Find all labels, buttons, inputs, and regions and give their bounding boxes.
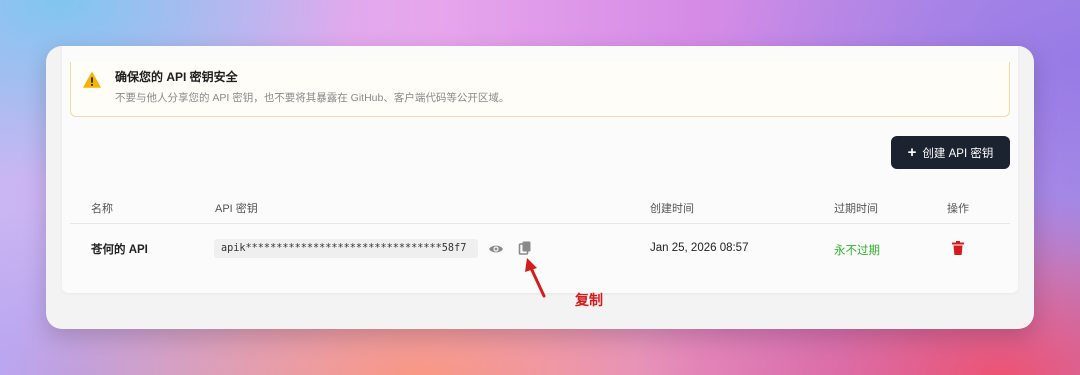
plus-icon: +: [907, 144, 917, 161]
table-header-divider: [70, 223, 1010, 224]
copy-icon[interactable]: [517, 240, 533, 256]
copy-annotation: 复制: [575, 292, 603, 308]
create-api-key-button[interactable]: + 创建 API 密钥: [891, 136, 1010, 169]
created-date: Jan 25, 2026 08:57: [650, 242, 749, 254]
api-key-value: apik********************************58f7: [214, 239, 478, 258]
alert-title: 确保您的 API 密钥安全: [115, 70, 238, 84]
trash-icon[interactable]: [950, 240, 966, 256]
column-header-created: 创建时间: [650, 203, 694, 215]
alert-description: 不要与他人分享您的 API 密钥，也不要将其暴露在 GitHub、客户端代码等公…: [115, 92, 510, 104]
column-header-api-key: API 密钥: [215, 203, 258, 215]
eye-icon[interactable]: [488, 241, 504, 257]
key-name: 苍何的 API: [91, 244, 148, 256]
expires-status: 永不过期: [834, 245, 880, 257]
column-header-expires: 过期时间: [834, 203, 878, 215]
column-header-actions: 操作: [947, 203, 969, 215]
annotation-arrow-icon: [525, 258, 546, 298]
column-header-name: 名称: [91, 203, 113, 215]
security-alert: 确保您的 API 密钥安全 不要与他人分享您的 API 密钥，也不要将其暴露在 …: [70, 62, 1010, 117]
create-api-key-label: 创建 API 密钥: [922, 147, 994, 160]
warning-icon: [83, 72, 101, 88]
